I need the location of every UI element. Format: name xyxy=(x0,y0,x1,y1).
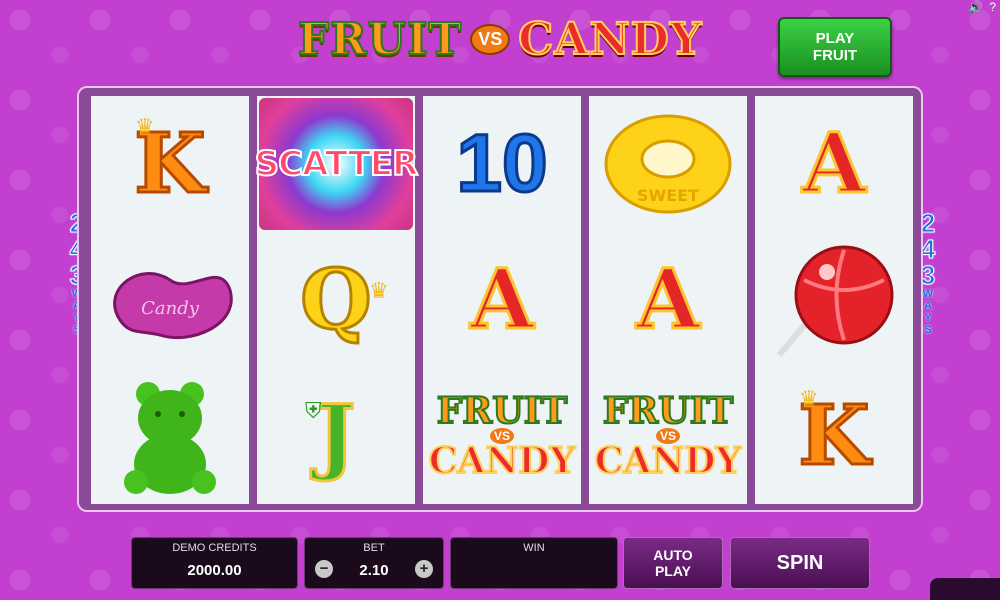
reel-1: ♛ K Candy xyxy=(91,96,249,504)
menu-tab[interactable] xyxy=(930,578,1000,600)
logo-fruit: FRUIT xyxy=(297,13,463,66)
symbol-label: SCATTER xyxy=(254,143,420,185)
reel-2: SCATTER Q ♛ ⛨ J xyxy=(254,96,419,504)
spin-button[interactable]: SPIN xyxy=(730,537,870,589)
play-fruit-button[interactable]: PLAY FRUIT xyxy=(778,17,892,77)
symbol-label: 10 xyxy=(455,118,549,209)
symbol-gummy-bear xyxy=(91,368,249,504)
symbol-jellybean: Candy xyxy=(91,232,249,368)
demo-credits-panel: DEMO CREDITS 2000.00 xyxy=(131,537,298,589)
crown-icon: ♛ xyxy=(369,278,389,303)
symbol-j: ⛨ J xyxy=(257,368,415,504)
jellybean-icon: Candy xyxy=(113,272,233,340)
win-label: WIN xyxy=(523,542,545,554)
symbol-label: A xyxy=(635,252,702,348)
gummy-bear-icon xyxy=(124,382,216,494)
bet-label: BET xyxy=(363,542,385,554)
game-logo: FRUIT VS CANDY xyxy=(290,8,710,70)
help-icon[interactable]: ? xyxy=(989,0,996,14)
bet-panel: BET − 2.10 + xyxy=(304,537,444,589)
scatter-tile: SCATTER xyxy=(254,98,419,230)
logo-vs: VS xyxy=(470,23,511,55)
shield-icon: ⛨ xyxy=(305,398,322,423)
symbol-q: Q ♛ xyxy=(257,232,415,368)
win-panel: WIN xyxy=(450,537,618,589)
reel-4: SWEET A FRUIT VS CANDY xyxy=(589,96,747,504)
symbol-10: 10 xyxy=(423,96,581,232)
symbol-a: A xyxy=(589,232,747,368)
symbol-ring-candy: SWEET xyxy=(589,96,747,232)
bet-increase-button[interactable]: + xyxy=(415,560,433,578)
credits-label: DEMO CREDITS xyxy=(172,542,257,554)
autoplay-button[interactable]: AUTO PLAY xyxy=(623,537,723,589)
svg-text:Candy: Candy xyxy=(141,298,200,319)
symbol-wild-logo: FRUIT VS CANDY xyxy=(423,368,581,504)
svg-text:SWEET: SWEET xyxy=(637,186,699,205)
symbol-label: J xyxy=(315,388,357,484)
wild-fruit: FRUIT xyxy=(602,390,734,432)
crown-icon: ♛ xyxy=(799,386,819,411)
symbol-a: A xyxy=(423,232,581,368)
reel-frame: ♛ K Candy SCATTER Q ♛ ⛨ J 10 A FRUIT VS … xyxy=(77,86,923,512)
wild-logo: FRUIT VS CANDY xyxy=(594,390,742,482)
wild-fruit: FRUIT xyxy=(436,390,568,432)
symbol-a: A xyxy=(755,96,913,232)
symbol-k: ♛ K xyxy=(755,368,913,504)
symbol-label: A xyxy=(801,116,868,212)
wild-logo: FRUIT VS CANDY xyxy=(428,390,576,482)
top-icons: 🔊 ? xyxy=(968,0,996,14)
wild-candy: CANDY xyxy=(428,440,576,482)
reel-5: A ♛ K xyxy=(755,96,913,504)
wild-candy: CANDY xyxy=(594,440,742,482)
symbol-scatter: SCATTER xyxy=(254,96,419,232)
lollipop-icon xyxy=(776,245,894,357)
speaker-icon[interactable]: 🔊 xyxy=(968,0,983,14)
crown-icon: ♛ xyxy=(135,114,155,139)
logo-candy: CANDY xyxy=(517,13,703,66)
ring-candy-icon: SWEET xyxy=(604,114,732,214)
symbol-label: A xyxy=(469,252,536,348)
credits-value: 2000.00 xyxy=(187,562,242,579)
symbol-label: Q xyxy=(299,252,373,348)
ways-word: WAYS xyxy=(922,288,934,336)
symbol-lollipop xyxy=(755,232,913,368)
symbol-k: ♛ K xyxy=(91,96,249,232)
reel-3: 10 A FRUIT VS CANDY xyxy=(423,96,581,504)
symbol-wild-logo: FRUIT VS CANDY xyxy=(589,368,747,504)
